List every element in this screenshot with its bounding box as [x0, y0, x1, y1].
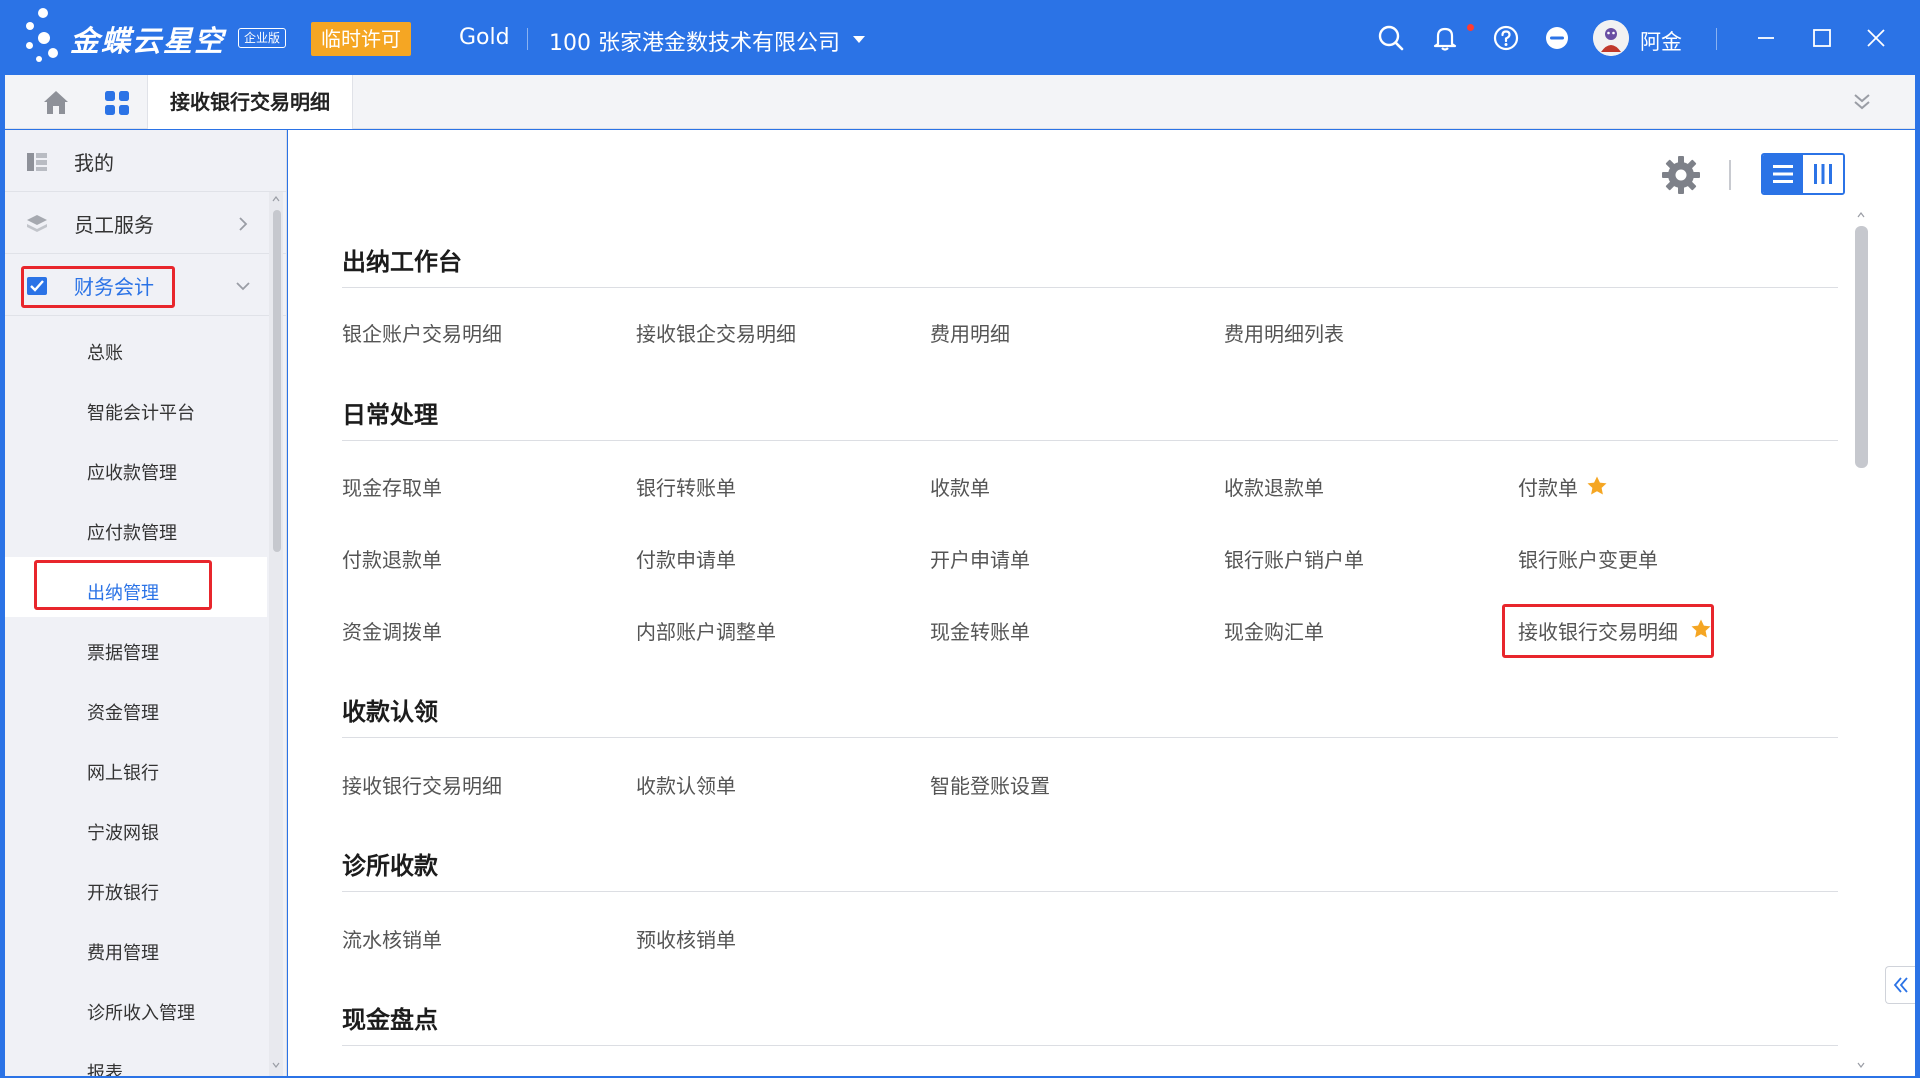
section-divider [342, 1045, 1838, 1046]
main-content: 出纳工作台 银企账户交易明细 接收银企交易明细 费用明细 费用明细列表 日常处理… [288, 130, 1915, 1076]
tab-bar: 接收银行交易明细 [5, 75, 1915, 129]
sidebar-item-label: 员工服务 [74, 213, 154, 237]
menu-link[interactable]: 智能登账设置 [930, 770, 1050, 799]
sidebar-scroll-thumb[interactable] [273, 210, 281, 552]
scroll-down-icon[interactable] [271, 1060, 281, 1070]
menu-link[interactable]: 付款单 [1518, 472, 1578, 501]
search-icon[interactable] [1375, 22, 1407, 54]
highlight-box [21, 266, 175, 308]
sidebar-subitem-online-banking[interactable]: 网上银行 [87, 759, 159, 785]
sidebar-subitem-payables[interactable]: 应付款管理 [87, 519, 177, 545]
menu-link[interactable]: 资金调拨单 [342, 616, 442, 645]
sidebar-subitem-funds[interactable]: 资金管理 [87, 699, 159, 725]
divider [1729, 160, 1731, 190]
menu-link[interactable]: 内部账户调整单 [636, 616, 776, 645]
double-chevron-down-icon[interactable] [1848, 88, 1876, 116]
gear-icon[interactable] [1660, 154, 1702, 196]
tenant-name[interactable]: Gold [459, 25, 510, 50]
apps-grid-icon[interactable] [103, 89, 131, 117]
menu-link[interactable]: 流水核销单 [342, 924, 442, 953]
menu-link[interactable]: 银行账户变更单 [1518, 544, 1658, 573]
menu-link[interactable]: 收款退款单 [1224, 472, 1324, 501]
sidebar-subitem-bills[interactable]: 票据管理 [87, 639, 159, 665]
menu-link[interactable]: 预收核销单 [636, 924, 736, 953]
highlight-box [34, 560, 212, 610]
menu-link[interactable]: 开户申请单 [930, 544, 1030, 573]
logo-icon [24, 8, 64, 68]
edition-badge: 企业版 [238, 28, 287, 48]
list-view-icon[interactable] [1763, 155, 1803, 193]
divider [527, 28, 528, 50]
scroll-up-icon[interactable] [271, 194, 281, 204]
star-icon[interactable] [1586, 475, 1608, 497]
view-toggle [1761, 153, 1845, 195]
sidebar-item-label: 我的 [74, 151, 114, 175]
double-chevron-left-icon [1893, 977, 1908, 993]
help-icon[interactable] [1490, 22, 1522, 54]
menu-link[interactable]: 银企账户交易明细 [342, 318, 502, 347]
menu-link[interactable]: 付款申请单 [636, 544, 736, 573]
maximize-icon[interactable] [1806, 22, 1838, 54]
menu-link[interactable]: 接收银行交易明细 [342, 770, 502, 799]
org-selector[interactable]: 100 张家港金数技术有限公司 [549, 25, 840, 57]
section-title: 收款认领 [342, 698, 438, 726]
chevron-down-icon [236, 282, 250, 291]
scroll-down-icon[interactable] [1856, 1060, 1866, 1070]
main-scroll-thumb[interactable] [1855, 226, 1868, 468]
section-divider [342, 287, 1838, 288]
divider [1716, 28, 1717, 50]
menu-link[interactable]: 现金购汇单 [1224, 616, 1324, 645]
license-button[interactable]: 临时许可 [311, 22, 411, 56]
layers-icon [27, 215, 47, 232]
sidebar-subitem-clinic-income[interactable]: 诊所收入管理 [87, 999, 195, 1025]
minimize-icon[interactable] [1750, 22, 1782, 54]
tab-receive-bank-transactions[interactable]: 接收银行交易明细 [147, 75, 353, 129]
section-title: 出纳工作台 [342, 248, 462, 276]
avatar[interactable] [1593, 20, 1629, 56]
user-name[interactable]: 阿金 [1640, 26, 1682, 56]
section-title: 诊所收款 [342, 852, 438, 880]
notification-dot [1467, 24, 1474, 31]
menu-link[interactable]: 费用明细 [930, 318, 1010, 347]
chevron-right-icon [239, 217, 248, 231]
app-window: 金蝶云星空 企业版 临时许可 Gold 100 张家港金数技术有限公司 阿金 接… [0, 0, 1920, 1078]
brand-name: 金蝶云星空 [70, 24, 226, 58]
section-divider [342, 891, 1838, 892]
tab-label: 接收银行交易明细 [170, 90, 330, 114]
section-divider [342, 737, 1838, 738]
sidebar-subitem-receivables[interactable]: 应收款管理 [87, 459, 177, 485]
menu-link[interactable]: 收款单 [930, 472, 990, 501]
scroll-up-icon[interactable] [1856, 210, 1866, 220]
sidebar-subitem-smart-accounting[interactable]: 智能会计平台 [87, 399, 195, 425]
top-bar: 金蝶云星空 企业版 临时许可 Gold 100 张家港金数技术有限公司 阿金 [0, 0, 1920, 75]
sidebar-item-mine[interactable]: 我的 [5, 132, 286, 192]
menu-link[interactable]: 费用明细列表 [1224, 318, 1344, 347]
collapse-panel-button[interactable] [1885, 966, 1915, 1004]
highlight-box [1502, 604, 1714, 658]
caret-down-icon[interactable] [848, 28, 870, 50]
more-icon[interactable] [1541, 22, 1573, 54]
home-icon[interactable] [41, 89, 71, 115]
menu-link[interactable]: 收款认领单 [636, 770, 736, 799]
sidebar-subitem-open-banking[interactable]: 开放银行 [87, 879, 159, 905]
sidebar-subitem-expenses[interactable]: 费用管理 [87, 939, 159, 965]
sidebar: 我的 员工服务 财务会计 总账 智能会计平台 应收款管理 应付款管理 出纳管理 … [5, 130, 287, 1076]
menu-link[interactable]: 银行转账单 [636, 472, 736, 501]
column-view-icon[interactable] [1803, 155, 1843, 193]
section-title: 日常处理 [342, 401, 438, 429]
section-title: 现金盘点 [342, 1006, 438, 1034]
sidebar-item-staff-services[interactable]: 员工服务 [5, 194, 286, 254]
menu-link[interactable]: 银行账户销户单 [1224, 544, 1364, 573]
menu-link[interactable]: 接收银企交易明细 [636, 318, 796, 347]
sidebar-subitem-ningbo-banking[interactable]: 宁波网银 [87, 819, 159, 845]
bell-icon[interactable] [1429, 22, 1461, 54]
menu-link[interactable]: 现金存取单 [342, 472, 442, 501]
section-divider [342, 440, 1838, 441]
close-icon[interactable] [1860, 22, 1892, 54]
menu-link[interactable]: 现金转账单 [930, 616, 1030, 645]
sidebar-subitem-reports[interactable]: 报表 [87, 1059, 123, 1076]
dashboard-icon [27, 153, 47, 171]
sidebar-subitem-general-ledger[interactable]: 总账 [87, 339, 123, 365]
menu-link[interactable]: 付款退款单 [342, 544, 442, 573]
